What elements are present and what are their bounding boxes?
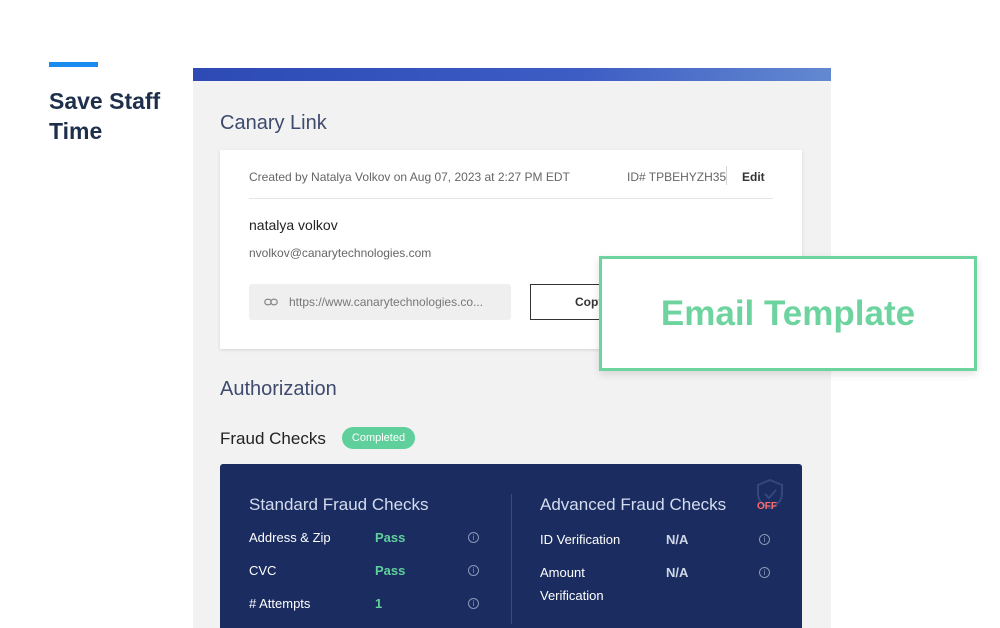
info-icon[interactable]: i: [468, 598, 479, 609]
link-icon: [264, 298, 278, 306]
fraud-checks-title: Fraud Checks: [220, 429, 326, 448]
standard-checks-title: Standard Fraud Checks: [249, 495, 429, 514]
check-label-cvc: CVC: [249, 563, 277, 578]
check-value-address: Pass: [375, 530, 406, 545]
created-by-text: Created by Natalya Volkov on Aug 07, 202…: [249, 170, 570, 184]
info-icon[interactable]: i: [468, 565, 479, 576]
fraud-checks-box: Standard Fraud Checks Address & Zip Pass…: [220, 464, 802, 628]
guest-name: natalya volkov: [249, 217, 338, 233]
edit-button[interactable]: Edit: [742, 170, 765, 184]
accent-line: [49, 62, 98, 67]
authorization-title: Authorization: [220, 378, 337, 400]
link-id: ID# TPBEHYZH35: [627, 170, 727, 184]
card-divider: [249, 198, 773, 199]
info-icon[interactable]: i: [759, 534, 770, 545]
link-url-field[interactable]: https://www.canarytechnologies.co...: [249, 284, 511, 320]
info-icon[interactable]: i: [759, 567, 770, 578]
check-label-attempts: # Attempts: [249, 596, 311, 611]
email-template-callout: Email Template: [599, 256, 977, 371]
hero-title: Save Staff Time: [49, 88, 161, 144]
check-value-id: N/A: [666, 532, 689, 547]
check-label-id: ID Verification: [540, 532, 621, 547]
panel-header-bar: [193, 68, 831, 81]
guest-email: nvolkov@canarytechnologies.com: [249, 246, 432, 260]
info-icon[interactable]: i: [468, 532, 479, 543]
check-value-attempts: 1: [375, 596, 383, 611]
link-url-text: https://www.canarytechnologies.co...: [289, 295, 484, 309]
advanced-status-off: OFF: [757, 501, 777, 512]
check-value-amount: N/A: [666, 565, 689, 580]
advanced-checks-title: Advanced Fraud Checks: [540, 495, 727, 514]
status-badge: Completed: [342, 427, 415, 449]
column-divider: [511, 494, 512, 624]
email-template-label: Email Template: [660, 294, 916, 333]
canary-link-title: Canary Link: [220, 112, 327, 134]
check-label-address: Address & Zip: [249, 530, 331, 545]
check-label-amount: Amount Verification: [540, 565, 604, 603]
meta-divider: [726, 166, 727, 185]
check-value-cvc: Pass: [375, 563, 406, 578]
